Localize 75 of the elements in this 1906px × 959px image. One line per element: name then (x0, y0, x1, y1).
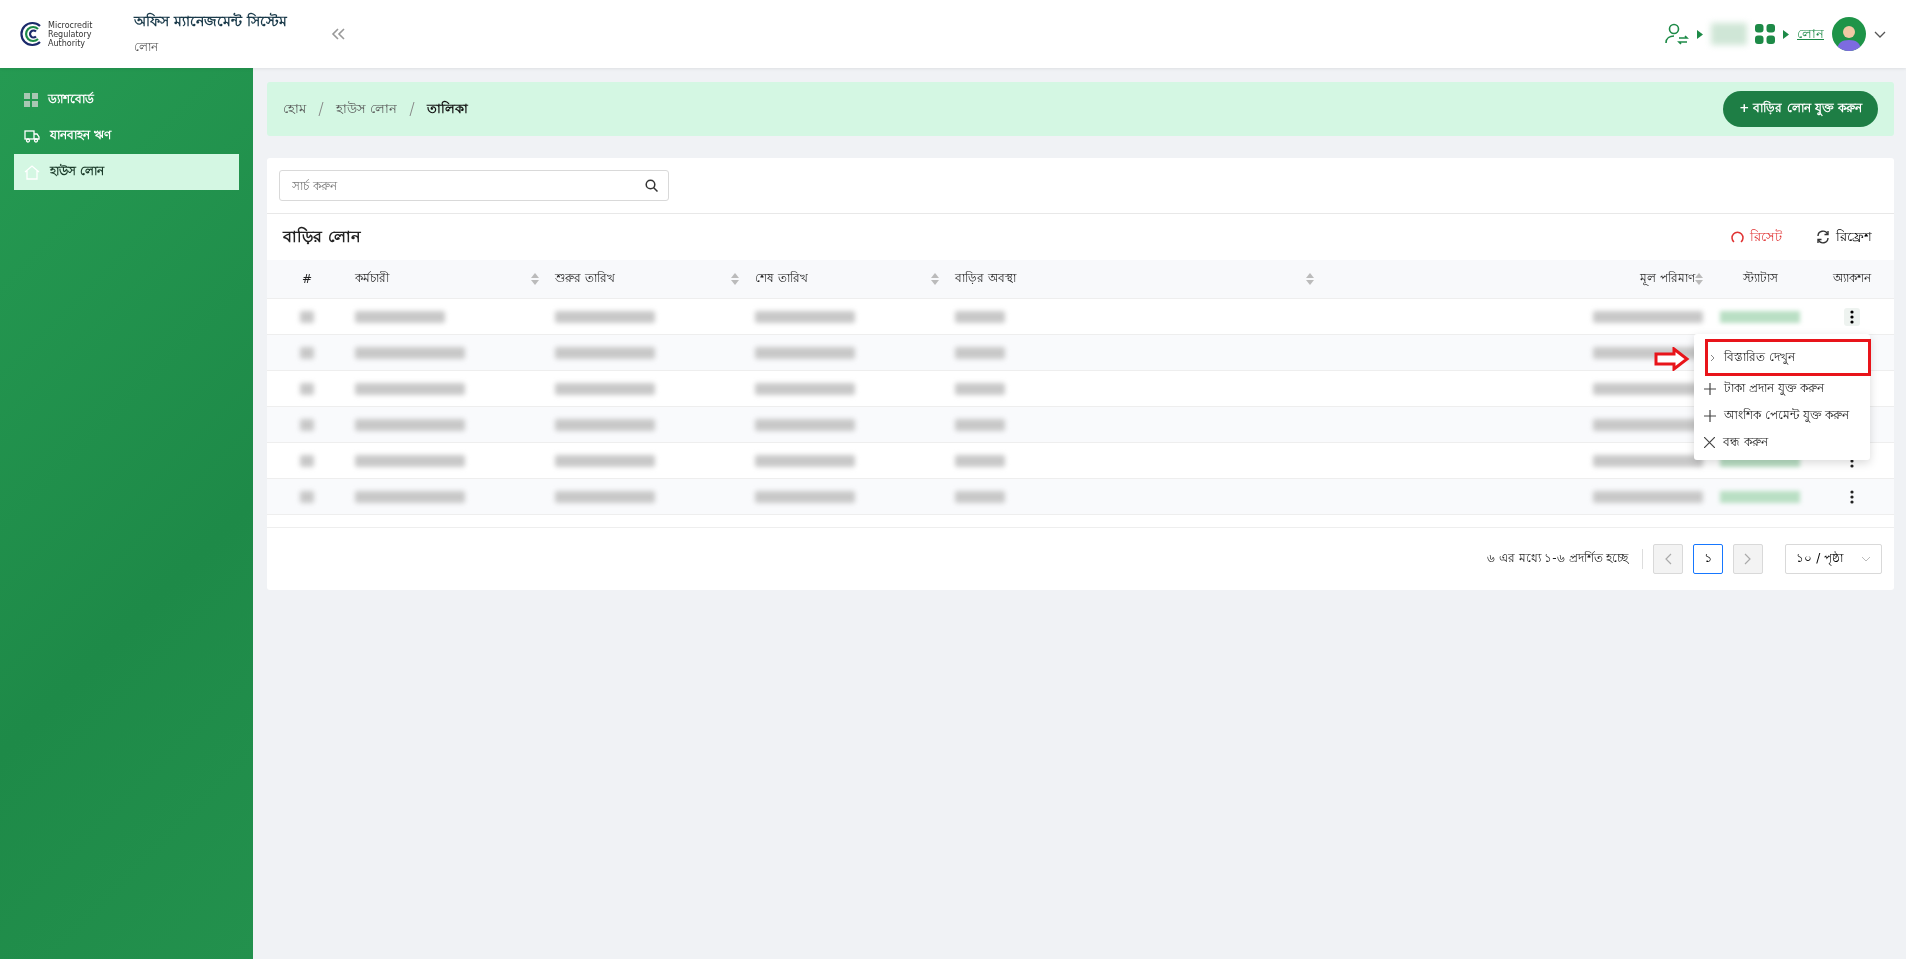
breadcrumb-item: তালিকা (427, 99, 469, 118)
more-options-button[interactable] (1843, 307, 1860, 326)
redacted-text (300, 418, 314, 431)
blurred-username (1711, 23, 1747, 45)
breadcrumb-item[interactable]: হোম (283, 98, 306, 120)
menu-item[interactable]: বন্ধ করুন (1694, 429, 1870, 456)
sidebar-item[interactable]: ড্যাশবোর্ড (14, 82, 239, 118)
menu-item[interactable]: বিস্তারিত দেখুন (1710, 344, 1866, 371)
logo-text: Microcredit Regulatory Authority (48, 20, 93, 48)
sort-icon[interactable] (1695, 273, 1703, 285)
page-button[interactable]: ১ (1693, 544, 1724, 574)
redacted-text (955, 382, 1005, 395)
redacted-text (955, 346, 1005, 359)
redacted-text (955, 454, 1005, 467)
sort-icon[interactable] (731, 273, 739, 285)
page-size-select[interactable]: ১০ / পৃষ্ঠা (1785, 544, 1882, 574)
column-header: # (267, 260, 347, 299)
menu-item[interactable]: আংশিক পেমেন্ট যুক্ত করুন (1694, 402, 1870, 429)
reset-button[interactable]: রিসেট (1725, 225, 1788, 249)
refresh-button[interactable]: রিফ্রেশ (1810, 225, 1878, 249)
module-link[interactable]: লোন (1797, 23, 1824, 45)
column-header: অ্যাকশন (1809, 260, 1894, 299)
column-header[interactable]: মূল পরিমাণ (1322, 260, 1711, 299)
sort-icon[interactable] (531, 273, 539, 285)
search-field[interactable]: সার্চ করুন (279, 170, 669, 201)
refresh-icon (1816, 230, 1830, 244)
menu-item[interactable]: টাকা প্রদান যুক্ত করুন (1694, 375, 1870, 402)
chevron-left-icon (1664, 553, 1673, 565)
redacted-text (300, 310, 314, 323)
caret-right-icon (1783, 29, 1789, 39)
column-header[interactable]: শুরুর তারিখ (547, 260, 747, 299)
column-header: স্ট্যাটাস (1711, 260, 1809, 299)
add-loan-button[interactable]: + বাড়ির লোন যুক্ত করুন (1723, 91, 1878, 127)
app-title: অফিস ম্যানেজমেন্ট সিস্টেম (134, 11, 287, 31)
column-header[interactable]: কর্মচারী (347, 260, 547, 299)
redacted-text (300, 382, 314, 395)
plus-icon (1704, 409, 1716, 422)
chevron-down-icon[interactable] (1874, 30, 1886, 38)
sidebar-item[interactable]: হাউস লোন (14, 154, 239, 190)
chevron-right-icon (1744, 553, 1753, 565)
grid-icon (24, 93, 38, 107)
reset-icon (1731, 230, 1744, 244)
caret-right-icon (1697, 29, 1703, 39)
sort-icon[interactable] (1306, 273, 1314, 285)
previous-page-button[interactable] (1653, 544, 1684, 574)
kebab-icon (1849, 309, 1854, 324)
breadcrumb-item[interactable]: হাউস লোন (336, 98, 398, 120)
avatar[interactable] (1832, 17, 1866, 51)
chevron-right-icon (1710, 353, 1716, 362)
slash-icon (409, 102, 416, 116)
redacted-text (300, 490, 314, 503)
close-icon (1704, 437, 1715, 448)
next-page-button[interactable] (1733, 544, 1764, 574)
sort-icon[interactable] (931, 273, 939, 285)
plus-icon (1704, 382, 1716, 395)
redacted-text (955, 418, 1005, 431)
column-header[interactable]: শেষ তারিখ (747, 260, 947, 299)
home-icon (24, 164, 40, 180)
redacted-text (955, 490, 1005, 503)
sidebar-item[interactable]: যানবাহন ঋণ (14, 118, 239, 154)
app-subtitle: লোন (134, 39, 160, 56)
column-header[interactable]: বাড়ির অবস্থা (947, 260, 1322, 299)
redacted-text (300, 346, 314, 359)
redacted-text (955, 310, 1005, 323)
apps-icon[interactable] (1755, 24, 1775, 44)
chevron-down-icon (1861, 556, 1871, 562)
pagination-summary: ৬ এর মধ্যে ১-৬ প্রদর্শিত হচ্ছে (1486, 549, 1644, 569)
redacted-text (300, 454, 314, 467)
kebab-icon (1849, 489, 1854, 504)
slash-icon (318, 102, 324, 116)
truck-icon (24, 129, 40, 143)
search-icon[interactable] (645, 179, 658, 192)
user-switch-icon[interactable] (1665, 23, 1689, 45)
table-title: বাড়ির লোন (283, 225, 361, 248)
double-chevron-left-icon (330, 28, 345, 40)
